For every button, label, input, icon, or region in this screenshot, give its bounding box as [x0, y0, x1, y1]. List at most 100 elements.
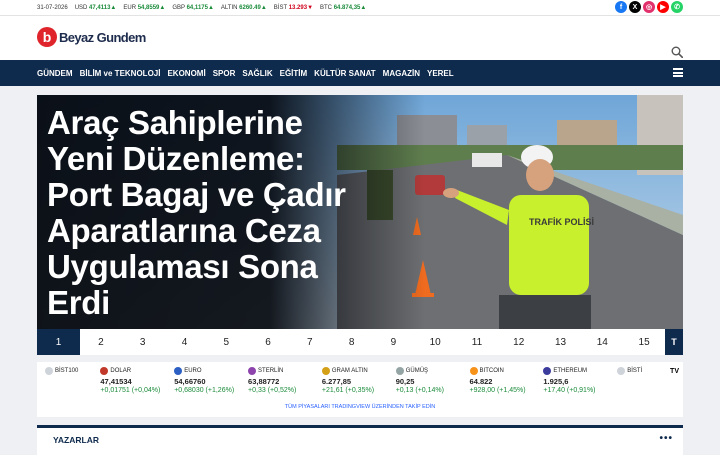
authors-section: YAZARLAR •••	[37, 425, 683, 455]
page-button[interactable]: 8	[331, 329, 373, 355]
market-items: BİST100 DOLAR 47,41534 +0,01751 (+0,04%)…	[37, 362, 683, 402]
hero-slider[interactable]: TRAFİK POLİSİ Araç Sahiplerine Yeni Düze…	[37, 95, 683, 329]
more-icon[interactable]: •••	[659, 433, 673, 444]
nav-item[interactable]: GÜNDEM	[37, 69, 73, 78]
page-button[interactable]: 4	[164, 329, 206, 355]
trend-icon: ▲	[207, 4, 214, 11]
nav-item[interactable]: EKONOMİ	[167, 69, 205, 78]
ticker-item[interactable]: USD 47,4113▲	[75, 5, 117, 11]
social-links: f X ◎ ▶ ✆	[615, 1, 683, 13]
market-price: 47,41534	[100, 377, 132, 386]
market-name: BİST100	[55, 368, 79, 374]
market-name: ETHEREUM	[553, 368, 588, 374]
page-button[interactable]: 13	[540, 329, 582, 355]
page-button[interactable]: 12	[498, 329, 540, 355]
market-icon	[100, 367, 109, 375]
page-button[interactable]: 2	[80, 329, 122, 355]
nav-item[interactable]: BİLİM ve TEKNOLOJİ	[80, 69, 161, 78]
market-footer-link[interactable]: TÜM PİYASALARI TRADINGVIEW ÜZERİNDEN TAK…	[37, 404, 683, 410]
authors-title: YAZARLAR	[53, 435, 99, 445]
page-button[interactable]: 7	[289, 329, 331, 355]
hamburger-icon[interactable]	[673, 68, 683, 77]
nav-item[interactable]: SAĞLIK	[242, 69, 272, 78]
nav-item[interactable]: KÜLTÜR SANAT	[314, 69, 375, 78]
market-name: EURO	[184, 368, 202, 374]
market-item[interactable]: BİST100	[37, 366, 92, 402]
market-change: +17,40 (+0,91%)	[543, 387, 596, 394]
whatsapp-icon[interactable]: ✆	[671, 1, 683, 13]
ticker-label: BİST	[273, 4, 288, 11]
page-button[interactable]: 3	[122, 329, 164, 355]
market-price: 90,25	[395, 377, 415, 386]
ticker-item[interactable]: BİST 13.293▼	[274, 5, 313, 11]
youtube-icon[interactable]: ▶	[657, 1, 669, 13]
market-icon	[321, 367, 330, 375]
market-name: DOLAR	[110, 368, 132, 374]
ticker-item[interactable]: EUR 54,8559▲	[123, 5, 165, 11]
ticker-list: USD 47,4113▲ EUR 54,8559▲ GBP 64,1175▲ ALTI…	[75, 5, 374, 11]
ticker-label: BTC	[320, 4, 333, 11]
search-icon[interactable]	[671, 46, 683, 58]
market-change: +21,61 (+0,35%)	[321, 387, 375, 394]
ticker-value: 6260.49	[239, 4, 261, 11]
market-item[interactable]: BITCOIN 64.822 +928,00 (+1,45%)	[462, 366, 536, 402]
market-icon	[248, 367, 257, 375]
page-button[interactable]: 15	[623, 329, 665, 355]
market-icon	[469, 367, 478, 375]
market-item[interactable]: GÜMÜŞ 90,25 +0,13 (+0,14%)	[388, 366, 462, 402]
page-button[interactable]: 14	[581, 329, 623, 355]
nav-item[interactable]: SPOR	[213, 69, 236, 78]
nav-items: GÜNDEM BİLİM ve TEKNOLOJİ EKONOMİ SPOR SAĞLI…	[37, 69, 461, 78]
site-logo[interactable]: b Beyaz Gundem	[37, 27, 146, 47]
ticker-bar: 31-07-2026 USD 47,4113▲ EUR 54,8559▲ GBP 6…	[0, 0, 720, 16]
nav-item[interactable]: EĞİTİM	[280, 69, 308, 78]
market-name: GÜMÜŞ	[405, 368, 429, 374]
market-change: +0,68030 (+1,26%)	[174, 387, 235, 394]
date-label: 31-07-2026	[37, 4, 68, 11]
market-name: STERLİN	[258, 368, 284, 374]
market-price: 1.925,6	[543, 377, 569, 386]
page-button[interactable]: 1	[37, 329, 81, 355]
ticker-item[interactable]: BTC 64.874,35▲	[320, 5, 366, 11]
market-item[interactable]: ETHEREUM 1.925,6 +17,40 (+0,91%)	[535, 366, 609, 402]
page-button[interactable]: 10	[414, 329, 456, 355]
ticker-item[interactable]: ALTIN 6260.49▲	[221, 5, 267, 11]
market-item[interactable]: STERLİN 63,88772 +0,33 (+0,52%)	[240, 366, 314, 402]
market-icon	[543, 367, 552, 375]
market-item[interactable]: GRAM ALTIN 6.277,85 +21,61 (+0,35%)	[314, 366, 388, 402]
nav-item[interactable]: YEREL	[427, 69, 454, 78]
logo-text: Beyaz Gundem	[59, 29, 146, 45]
market-ticker-widget: BİST100 DOLAR 47,41534 +0,01751 (+0,04%)…	[37, 362, 683, 417]
ticker-value: 64,1175	[186, 4, 208, 11]
page-button[interactable]: 11	[456, 329, 498, 355]
page-button[interactable]: 9	[373, 329, 415, 355]
market-icon	[617, 367, 626, 375]
nav-item[interactable]: MAGAZİN	[383, 69, 420, 78]
page-button[interactable]: 6	[247, 329, 289, 355]
facebook-icon[interactable]: f	[615, 1, 627, 13]
tradingview-logo[interactable]: TV	[670, 368, 679, 375]
hero-title[interactable]: Araç Sahiplerine Yeni Düzenleme: Port Ba…	[47, 105, 377, 321]
ticker-item[interactable]: GBP 64,1175▲	[172, 5, 214, 11]
market-change: +928,00 (+1,45%)	[469, 387, 526, 394]
ticker-label: GBP	[172, 4, 185, 11]
market-item[interactable]: EURO 54,66760 +0,68030 (+1,26%)	[166, 366, 240, 402]
pager-end-button[interactable]: T	[664, 329, 683, 355]
ticker-label: USD	[74, 4, 88, 11]
logo-mark: b	[37, 27, 57, 47]
x-icon[interactable]: X	[629, 1, 641, 13]
trend-icon: ▲	[159, 4, 166, 11]
ticker-value: 47,4113	[89, 4, 111, 11]
market-change: +0,13 (+0,14%)	[395, 387, 444, 394]
instagram-icon[interactable]: ◎	[643, 1, 655, 13]
market-item[interactable]: DOLAR 47,41534 +0,01751 (+0,04%)	[92, 366, 166, 402]
market-price: 54,66760	[174, 377, 206, 386]
trend-icon: ▲	[260, 4, 267, 11]
trend-icon: ▲	[110, 4, 117, 11]
market-name: GRAM ALTIN	[331, 368, 368, 374]
ticker-label: ALTIN	[220, 4, 238, 11]
market-icon	[45, 367, 53, 375]
trend-icon: ▼	[307, 4, 314, 11]
trend-icon: ▲	[360, 4, 367, 11]
page-button[interactable]: 5	[205, 329, 247, 355]
